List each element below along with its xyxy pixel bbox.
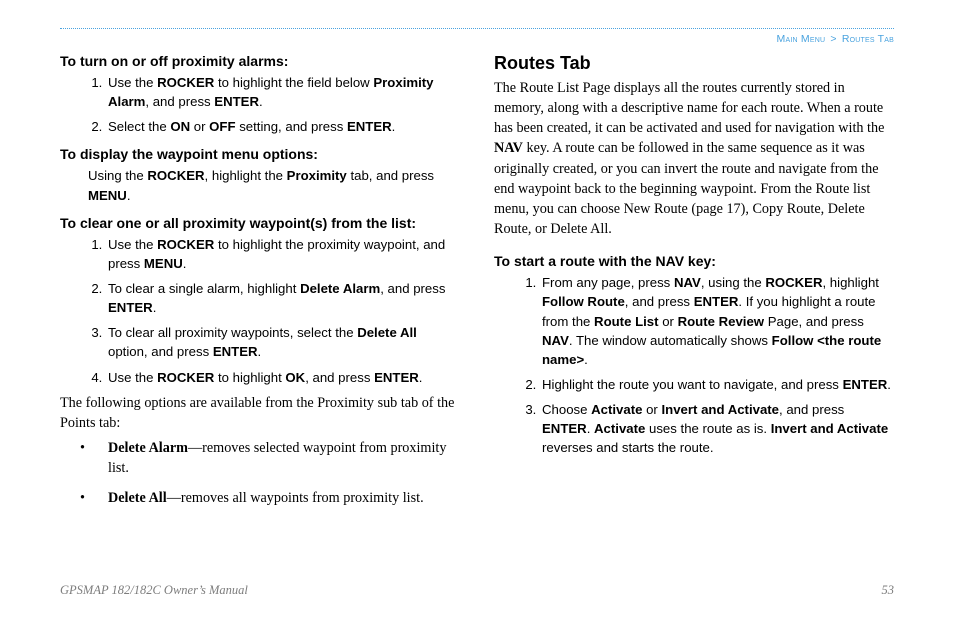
section-head: To display the waypoint menu options:	[60, 146, 460, 162]
list-item: To clear a single alarm, highlight Delet…	[106, 279, 460, 317]
paragraph: The Route List Page displays all the rou…	[494, 78, 894, 239]
ordered-list: Use the ROCKER to highlight the field be…	[106, 73, 460, 136]
columns: To turn on or off proximity alarms: Use …	[60, 53, 894, 519]
breadcrumb-sep: >	[830, 33, 836, 45]
list-item: Use the ROCKER to highlight the field be…	[106, 73, 460, 111]
manual-page: Main Menu > Routes Tab To turn on or off…	[0, 0, 954, 618]
list-item: • Delete All—removes all waypoints from …	[94, 489, 460, 509]
footer-left: GPSMAP 182/182C Owner’s Manual	[60, 583, 248, 598]
list-item: Highlight the route you want to navigate…	[540, 375, 894, 394]
breadcrumb-left: Main Menu	[777, 33, 826, 45]
list-item: Select the ON or OFF setting, and press …	[106, 117, 460, 136]
bullet-list: • Delete Alarm—removes selected waypoint…	[94, 439, 460, 509]
section-title: Routes Tab	[494, 53, 894, 74]
right-column: Routes Tab The Route List Page displays …	[494, 53, 894, 519]
section-head: To turn on or off proximity alarms:	[60, 53, 460, 69]
list-item: To clear all proximity waypoints, select…	[106, 323, 460, 361]
list-item: Use the ROCKER to highlight OK, and pres…	[106, 368, 460, 387]
paragraph: The following options are available from…	[60, 393, 460, 433]
section-head: To clear one or all proximity waypoint(s…	[60, 215, 460, 231]
page-footer: GPSMAP 182/182C Owner’s Manual 53	[60, 583, 894, 598]
ordered-list: Use the ROCKER to highlight the proximit…	[106, 235, 460, 387]
footer-page-number: 53	[882, 583, 895, 598]
list-item: Choose Activate or Invert and Activate, …	[540, 400, 894, 457]
breadcrumb: Main Menu > Routes Tab	[60, 33, 894, 45]
indent-line: Using the ROCKER, highlight the Proximit…	[88, 166, 460, 204]
list-item: From any page, press NAV, using the ROCK…	[540, 273, 894, 369]
ordered-list: From any page, press NAV, using the ROCK…	[540, 273, 894, 457]
top-rule	[60, 28, 894, 29]
list-item: • Delete Alarm—removes selected waypoint…	[94, 439, 460, 479]
list-item: Use the ROCKER to highlight the proximit…	[106, 235, 460, 273]
breadcrumb-right: Routes Tab	[842, 33, 894, 45]
left-column: To turn on or off proximity alarms: Use …	[60, 53, 460, 519]
section-head: To start a route with the NAV key:	[494, 253, 894, 269]
